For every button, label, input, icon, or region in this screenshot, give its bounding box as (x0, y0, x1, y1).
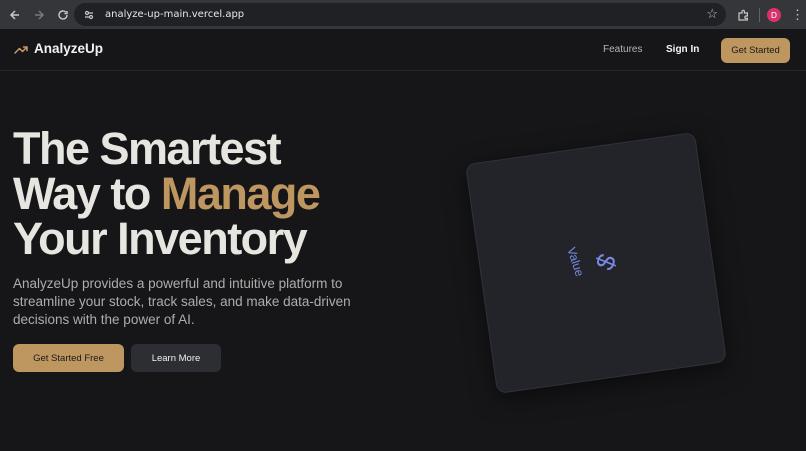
hero-title-line2: Way to Manage (13, 168, 321, 219)
value-card: $ Value (464, 131, 728, 395)
trending-up-icon (14, 45, 28, 54)
hero-title-line1: The Smartest (13, 123, 282, 174)
dollar-icon: $ (588, 249, 623, 274)
forward-button[interactable] (28, 4, 50, 26)
hero-title-line3: Your Inventory (13, 213, 308, 264)
address-bar[interactable]: analyze-up-main.vercel.app ☆ (74, 3, 726, 26)
bookmark-star-icon[interactable]: ☆ (706, 6, 718, 22)
learn-more-button[interactable]: Learn More (131, 344, 221, 372)
page: AnalyzeUp Features Sign In Get Started T… (0, 29, 806, 451)
brand-logo[interactable]: AnalyzeUp (14, 41, 103, 56)
forward-arrow-icon (35, 9, 45, 20)
site-settings-icon[interactable] (82, 8, 96, 22)
extensions-icon[interactable] (733, 5, 753, 25)
back-button[interactable] (4, 4, 26, 26)
hero-title: The Smartest Way to Manage Your Inventor… (13, 123, 321, 264)
site-header: AnalyzeUp Features Sign In Get Started (0, 29, 806, 71)
reload-icon (58, 9, 68, 20)
browser-toolbar: analyze-up-main.vercel.app ☆ D ⋮ (0, 0, 806, 29)
nav-features-link[interactable]: Features (603, 44, 642, 55)
back-arrow-icon (9, 9, 19, 20)
profile-avatar[interactable]: D (767, 8, 781, 22)
hero-description: AnalyzeUp provides a powerful and intuit… (13, 276, 351, 327)
url-text: analyze-up-main.vercel.app (105, 9, 245, 20)
hero-title-accent: Manage (160, 168, 321, 219)
hero-title-line2-text: Way to (13, 168, 161, 219)
browser-menu-icon[interactable]: ⋮ (791, 7, 804, 23)
get-started-free-button[interactable]: Get Started Free (13, 344, 124, 372)
nav-signin-link[interactable]: Sign In (666, 44, 699, 55)
value-card-content: $ (466, 133, 726, 393)
toolbar-divider (759, 8, 760, 22)
reload-button[interactable] (52, 4, 74, 26)
brand-name: AnalyzeUp (34, 41, 104, 56)
header-get-started-button[interactable]: Get Started (721, 38, 790, 63)
